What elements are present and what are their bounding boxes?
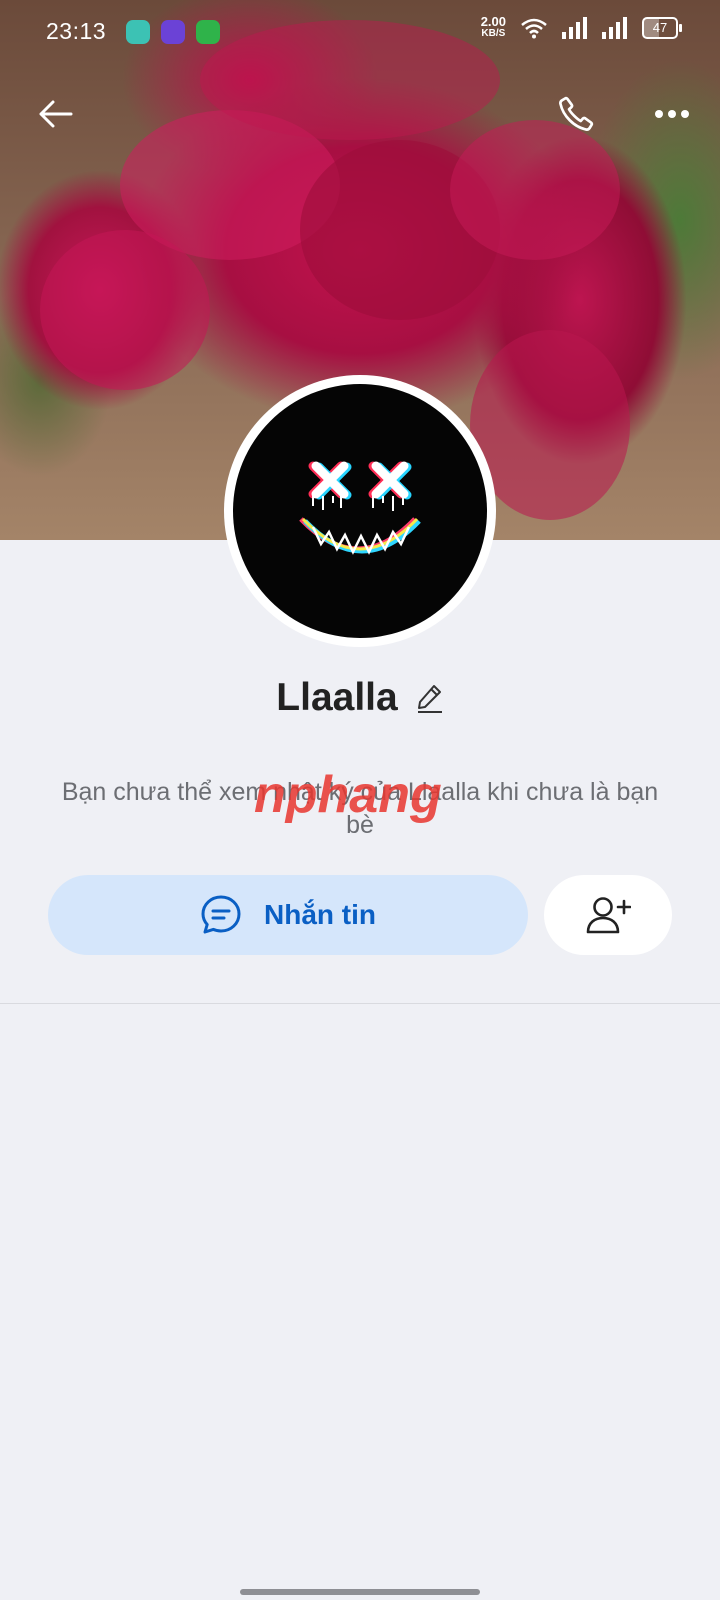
speed-value: 2.00 [480,14,506,29]
network-speed: 2.00 KB/S [480,14,506,40]
signal-icon [562,17,587,39]
avatar-image [233,384,487,638]
add-friend-button[interactable] [544,875,672,955]
phone-icon [559,96,594,131]
signal-icon-2 [602,17,627,39]
profile-name: Llaalla [276,676,398,719]
home-indicator[interactable] [240,1589,480,1595]
section-divider [0,1003,720,1004]
message-button-label: Nhắn tin [264,899,376,930]
battery-icon: 47 [642,17,682,39]
chat-app-icon [126,20,150,44]
status-time: 23:13 [46,18,107,44]
loop-app-icon [161,20,185,44]
call-button[interactable] [548,86,604,142]
diary-notice: Bạn chưa thể xem nhật ký của Llaalla khi… [61,778,659,839]
pencil-icon[interactable] [416,683,444,713]
speed-unit: KB/S [481,28,506,39]
back-button[interactable] [27,86,83,142]
battery-level: 47 [652,20,668,35]
more-dots-icon [655,110,689,118]
glitch-smiley-icon [299,461,421,555]
profile-name-row: Llaalla [0,676,720,720]
status-bar: 23:13 2.00 KB/S 47 [0,0,720,64]
avatar[interactable] [224,375,496,647]
shield-app-icon [196,20,220,44]
message-button[interactable]: Nhắn tin [48,875,528,955]
wifi-icon [521,18,547,39]
chat-bubble-icon [201,895,241,934]
arrow-left-icon [39,100,73,128]
more-button[interactable] [644,86,700,142]
add-friend-icon [586,897,631,934]
